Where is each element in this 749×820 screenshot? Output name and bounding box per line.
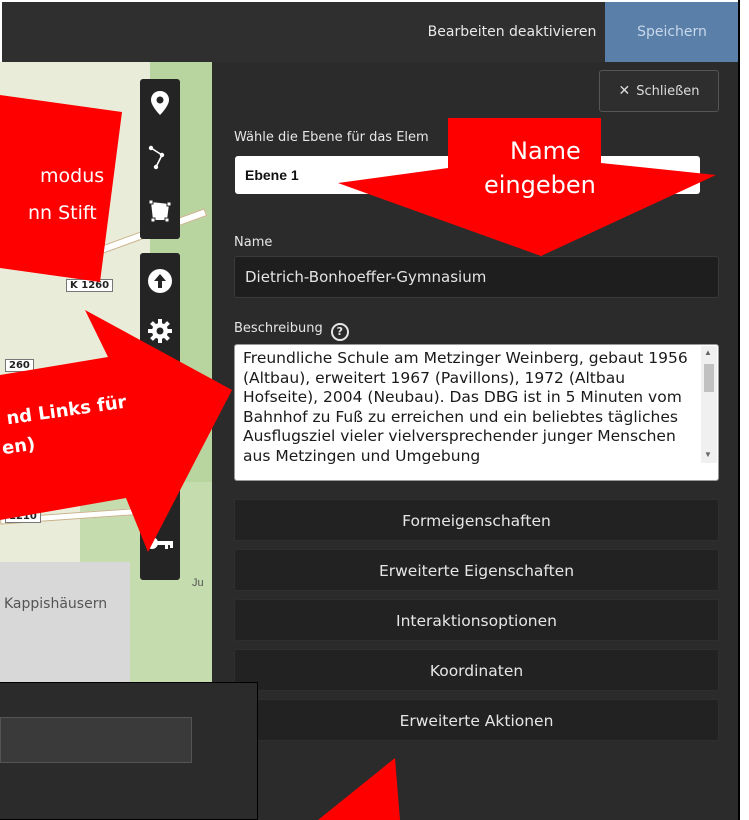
callout-box-left: [0, 95, 122, 282]
callout-text-enter: eingeben: [484, 171, 596, 199]
callout-text-pen: nn Stift: [28, 202, 97, 224]
callout-text-name: Name: [510, 137, 581, 165]
callout-text-mode: modus: [40, 165, 105, 187]
callout-arrow-links: [0, 310, 232, 552]
callout-arrow-bottom: [318, 758, 400, 820]
frame-border: [738, 0, 740, 820]
